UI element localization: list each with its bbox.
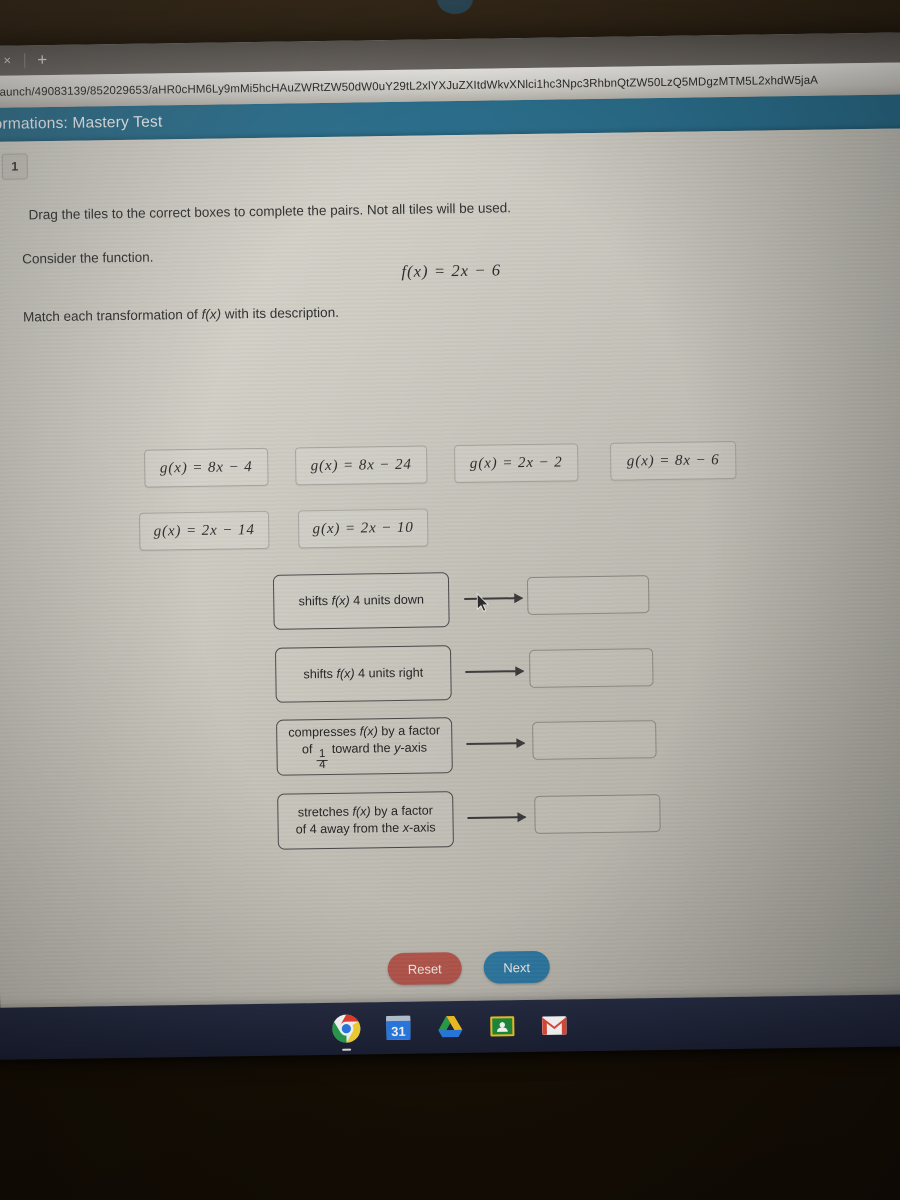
drag-instruction-text: Drag the tiles to the correct boxes to c… xyxy=(28,200,512,223)
description-text: shifts f(x) 4 units right xyxy=(303,665,424,682)
page-title: sformations: Mastery Test xyxy=(0,113,163,134)
laptop-screen: × + mt/launch/49083139/852029653/aHR0cHM… xyxy=(0,32,900,1056)
question-content-area: 1 Drag the tiles to the correct boxes to… xyxy=(0,128,900,1056)
description-box: compresses f(x) by a factor of 14 toward… xyxy=(276,717,453,776)
description-text-line1: stretches f(x) by a factor xyxy=(297,803,434,820)
drop-target-box[interactable] xyxy=(532,720,657,760)
draggable-tile[interactable]: g(x) = 2x − 2 xyxy=(453,443,579,484)
address-bar-url: mt/launch/49083139/852029653/aHR0cHM6Ly9… xyxy=(0,74,819,100)
arrow-icon xyxy=(466,737,526,750)
google-classroom-icon[interactable] xyxy=(487,1011,517,1041)
drop-target-box[interactable] xyxy=(534,794,661,834)
calendar-day-number: 31 xyxy=(391,1024,406,1039)
match-instruction-fx: f(x) xyxy=(201,306,222,322)
arrow-icon xyxy=(467,811,527,824)
photo-of-laptop-screen: × + mt/launch/49083139/852029653/aHR0cHM… xyxy=(0,0,900,1200)
fraction-one-fourth: 14 xyxy=(316,747,328,771)
function-definition: f(x) = 2x − 6 xyxy=(401,260,502,281)
reset-button[interactable]: Reset xyxy=(387,952,462,986)
match-instruction-text: Match each transformation of f(x) with i… xyxy=(23,305,339,325)
new-tab-icon[interactable]: + xyxy=(31,50,53,69)
gmail-icon[interactable] xyxy=(539,1010,569,1040)
google-drive-icon[interactable] xyxy=(435,1012,465,1042)
close-tab-icon[interactable]: × xyxy=(0,51,18,71)
description-text-line2: of 4 away from the x-axis xyxy=(295,820,436,837)
webcam-icon xyxy=(437,0,473,14)
arrow-icon xyxy=(465,665,525,678)
consider-function-label: Consider the function. xyxy=(22,249,154,267)
match-instruction-post: with its description. xyxy=(220,304,339,322)
description-box: shifts f(x) 4 units right xyxy=(274,645,452,703)
description-text-line2: of 14 toward the y-axis xyxy=(301,740,428,771)
draggable-tile[interactable]: g(x) = 2x − 14 xyxy=(138,510,270,551)
draggable-tile[interactable]: g(x) = 8x − 24 xyxy=(294,445,428,486)
google-calendar-icon[interactable]: 31 xyxy=(383,1013,413,1043)
match-instruction-pre: Match each transformation of xyxy=(22,306,202,325)
question-number-badge: 1 xyxy=(1,153,28,180)
drop-target-box[interactable] xyxy=(526,575,650,616)
description-box: shifts f(x) 4 units down xyxy=(272,572,450,630)
tab-separator xyxy=(24,52,26,68)
description-text: shifts f(x) 4 units down xyxy=(298,592,425,609)
app-running-indicator xyxy=(342,1048,352,1051)
draggable-tile[interactable]: g(x) = 8x − 4 xyxy=(144,447,269,488)
description-box: stretches f(x) by a factor of 4 away fro… xyxy=(277,791,454,850)
arrow-icon xyxy=(464,592,524,605)
chrome-icon[interactable] xyxy=(331,1013,361,1051)
drop-target-box[interactable] xyxy=(529,648,654,689)
draggable-tile[interactable]: g(x) = 2x − 10 xyxy=(297,508,429,549)
draggable-tile[interactable]: g(x) = 8x − 6 xyxy=(609,440,737,481)
next-button[interactable]: Next xyxy=(483,950,550,984)
